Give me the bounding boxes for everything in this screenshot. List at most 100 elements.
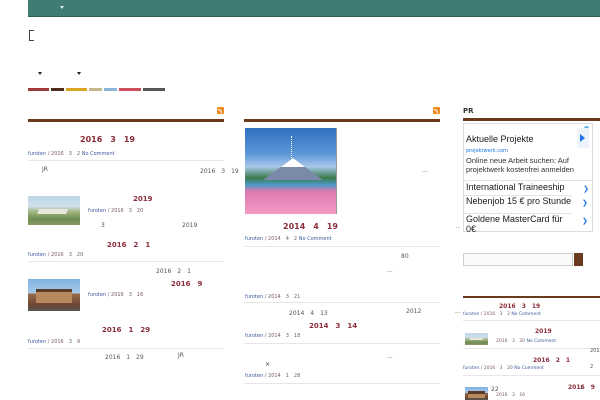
pr-label: PR bbox=[463, 107, 474, 115]
post-thumbnail[interactable] bbox=[28, 279, 80, 311]
post-author[interactable]: furoten bbox=[28, 252, 46, 258]
recent-date: 2016 3 20 bbox=[483, 366, 513, 371]
recent-meta: furoten / 2016 3 20 No Comment bbox=[463, 366, 544, 371]
divider bbox=[463, 375, 600, 376]
post-author[interactable]: furoten bbox=[88, 292, 106, 298]
post-title[interactable]: 2016 3 19 bbox=[80, 134, 135, 145]
recent-thumbnail[interactable] bbox=[465, 333, 488, 345]
nav-dropdown-caret-icon[interactable] bbox=[38, 72, 42, 75]
post-meta: furoten / 2014 3 21 bbox=[245, 294, 301, 300]
recent-date: 2016 3 16 bbox=[496, 393, 526, 398]
divider bbox=[244, 383, 440, 384]
menu-dropdown-caret-icon[interactable] bbox=[60, 6, 64, 9]
ad-description: Online neue Arbeit suchen: Auf projektwe… bbox=[466, 156, 574, 174]
post-comments-link[interactable]: No Comment bbox=[299, 236, 332, 242]
post-excerpt: 2014 4 13 bbox=[289, 310, 328, 317]
post-date: 2016 3 2 bbox=[51, 151, 81, 157]
ad-link-label: International Traineeship bbox=[466, 182, 565, 192]
chevron-right-icon: ❯ bbox=[583, 186, 589, 193]
ad-link[interactable]: International Traineeship ❯ bbox=[464, 180, 592, 194]
ad-headline[interactable]: Aktuelle Projekte bbox=[466, 134, 534, 144]
post-author[interactable]: furoten bbox=[245, 294, 263, 300]
post-title[interactable]: 2014 3 14 bbox=[309, 321, 357, 331]
post-excerpt: 2016 3 19 bbox=[200, 168, 239, 175]
divider bbox=[28, 261, 224, 262]
chevron-right-icon: ❯ bbox=[582, 199, 588, 207]
color-swatch[interactable] bbox=[143, 88, 165, 91]
sidebar-ad[interactable]: Aktuelle Projekte projektwerk.com Online… bbox=[463, 123, 593, 234]
recent-date: 2016 3 20 bbox=[496, 339, 526, 344]
post-excerpt: 2016 2 1 bbox=[156, 268, 191, 275]
color-swatch[interactable] bbox=[104, 88, 117, 91]
recent-author[interactable]: furoten bbox=[463, 312, 479, 317]
post-meta: furoten / 2016 3 16 bbox=[88, 292, 144, 298]
post-title[interactable]: 2014 4 19 bbox=[283, 221, 338, 232]
post-date: 2016 3 9 bbox=[51, 339, 81, 345]
color-swatch[interactable] bbox=[51, 88, 64, 91]
divider bbox=[463, 348, 600, 349]
divider bbox=[28, 348, 224, 349]
post-date: 2016 3 20 bbox=[51, 252, 84, 258]
post-excerpt: ... bbox=[387, 267, 393, 274]
divider bbox=[244, 246, 440, 247]
post-author[interactable]: furoten bbox=[88, 208, 106, 214]
ad-open-arrow-icon[interactable] bbox=[577, 128, 589, 148]
post-excerpt: 80 bbox=[401, 253, 409, 260]
post-meta: furoten / 2014 3 18 bbox=[245, 333, 301, 339]
post-date: 2014 3 21 bbox=[268, 294, 301, 300]
divider bbox=[244, 302, 440, 303]
post-comments-link[interactable]: No Comment bbox=[82, 151, 115, 157]
side-mark: ... bbox=[456, 224, 461, 230]
search-input[interactable] bbox=[463, 253, 573, 266]
post-excerpt: ... bbox=[455, 308, 461, 315]
color-swatch[interactable] bbox=[119, 88, 141, 91]
recent-title[interactable]: 2019 bbox=[535, 328, 552, 335]
post-thumbnail[interactable] bbox=[28, 196, 80, 225]
post-date: 2014 4 2 bbox=[268, 236, 298, 242]
post-author[interactable]: furoten bbox=[245, 333, 263, 339]
recent-comments[interactable]: No Comment bbox=[526, 339, 556, 344]
rss-icon[interactable] bbox=[217, 107, 224, 114]
post-author[interactable]: furoten bbox=[28, 339, 46, 345]
post-excerpt: 2012 bbox=[406, 308, 422, 315]
post-meta: furoten / 2016 3 2 No Comment bbox=[28, 151, 115, 157]
post-title[interactable]: 2016 9 bbox=[171, 279, 202, 289]
recent-meta: furoten / 2016 3 2 No Comment bbox=[463, 312, 541, 317]
color-swatch[interactable] bbox=[28, 88, 49, 91]
post-title[interactable]: 2019 bbox=[133, 195, 152, 203]
ad-source: projektwerk.com bbox=[466, 148, 508, 154]
ad-link[interactable]: Goldene MasterCard für 0€ bbox=[464, 213, 572, 234]
sidebar-header-bar bbox=[463, 118, 600, 121]
color-swatch[interactable] bbox=[66, 88, 87, 91]
post-excerpt: JR bbox=[42, 166, 48, 173]
recent-author[interactable]: furoten bbox=[463, 366, 479, 371]
rss-icon[interactable] bbox=[433, 107, 440, 114]
divider bbox=[244, 343, 440, 344]
recent-title[interactable]: 2016 3 19 bbox=[499, 301, 540, 310]
side-mark: 2 bbox=[590, 364, 594, 370]
recent-comments[interactable]: No Comment bbox=[514, 366, 544, 371]
divider bbox=[463, 320, 600, 321]
post-excerpt: 2016 1 29 bbox=[105, 354, 144, 361]
color-swatch[interactable] bbox=[89, 88, 102, 91]
post-title[interactable]: 2016 2 1 bbox=[107, 240, 150, 250]
side-mark: 2016 bbox=[590, 348, 600, 354]
search-button[interactable] bbox=[574, 253, 583, 266]
post-author[interactable]: furoten bbox=[245, 236, 263, 242]
post-meta: furoten / 2016 3 20 bbox=[28, 252, 84, 258]
excerpt-ellipsis: ... bbox=[422, 167, 428, 174]
post-date: 2014 3 18 bbox=[268, 333, 301, 339]
top-navigation-bar bbox=[28, 0, 600, 17]
chevron-right-icon: ❯ bbox=[582, 217, 588, 225]
divider bbox=[28, 160, 224, 161]
recent-thumbnail[interactable] bbox=[465, 387, 488, 400]
recent-comments[interactable]: No Comment bbox=[511, 312, 541, 317]
featured-post-image[interactable] bbox=[245, 128, 337, 214]
recent-title[interactable]: 2016 2 1 bbox=[533, 355, 570, 364]
ad-link-label: Nebenjob 15 € pro Stunde bbox=[466, 196, 572, 206]
post-title[interactable]: 2016 1 29 bbox=[102, 325, 150, 335]
post-author[interactable]: furoten bbox=[28, 151, 46, 157]
post-author[interactable]: furoten bbox=[245, 373, 263, 379]
nav-dropdown-caret-icon[interactable] bbox=[77, 72, 81, 75]
recent-meta: 2016 3 20 No Comment bbox=[496, 338, 556, 344]
